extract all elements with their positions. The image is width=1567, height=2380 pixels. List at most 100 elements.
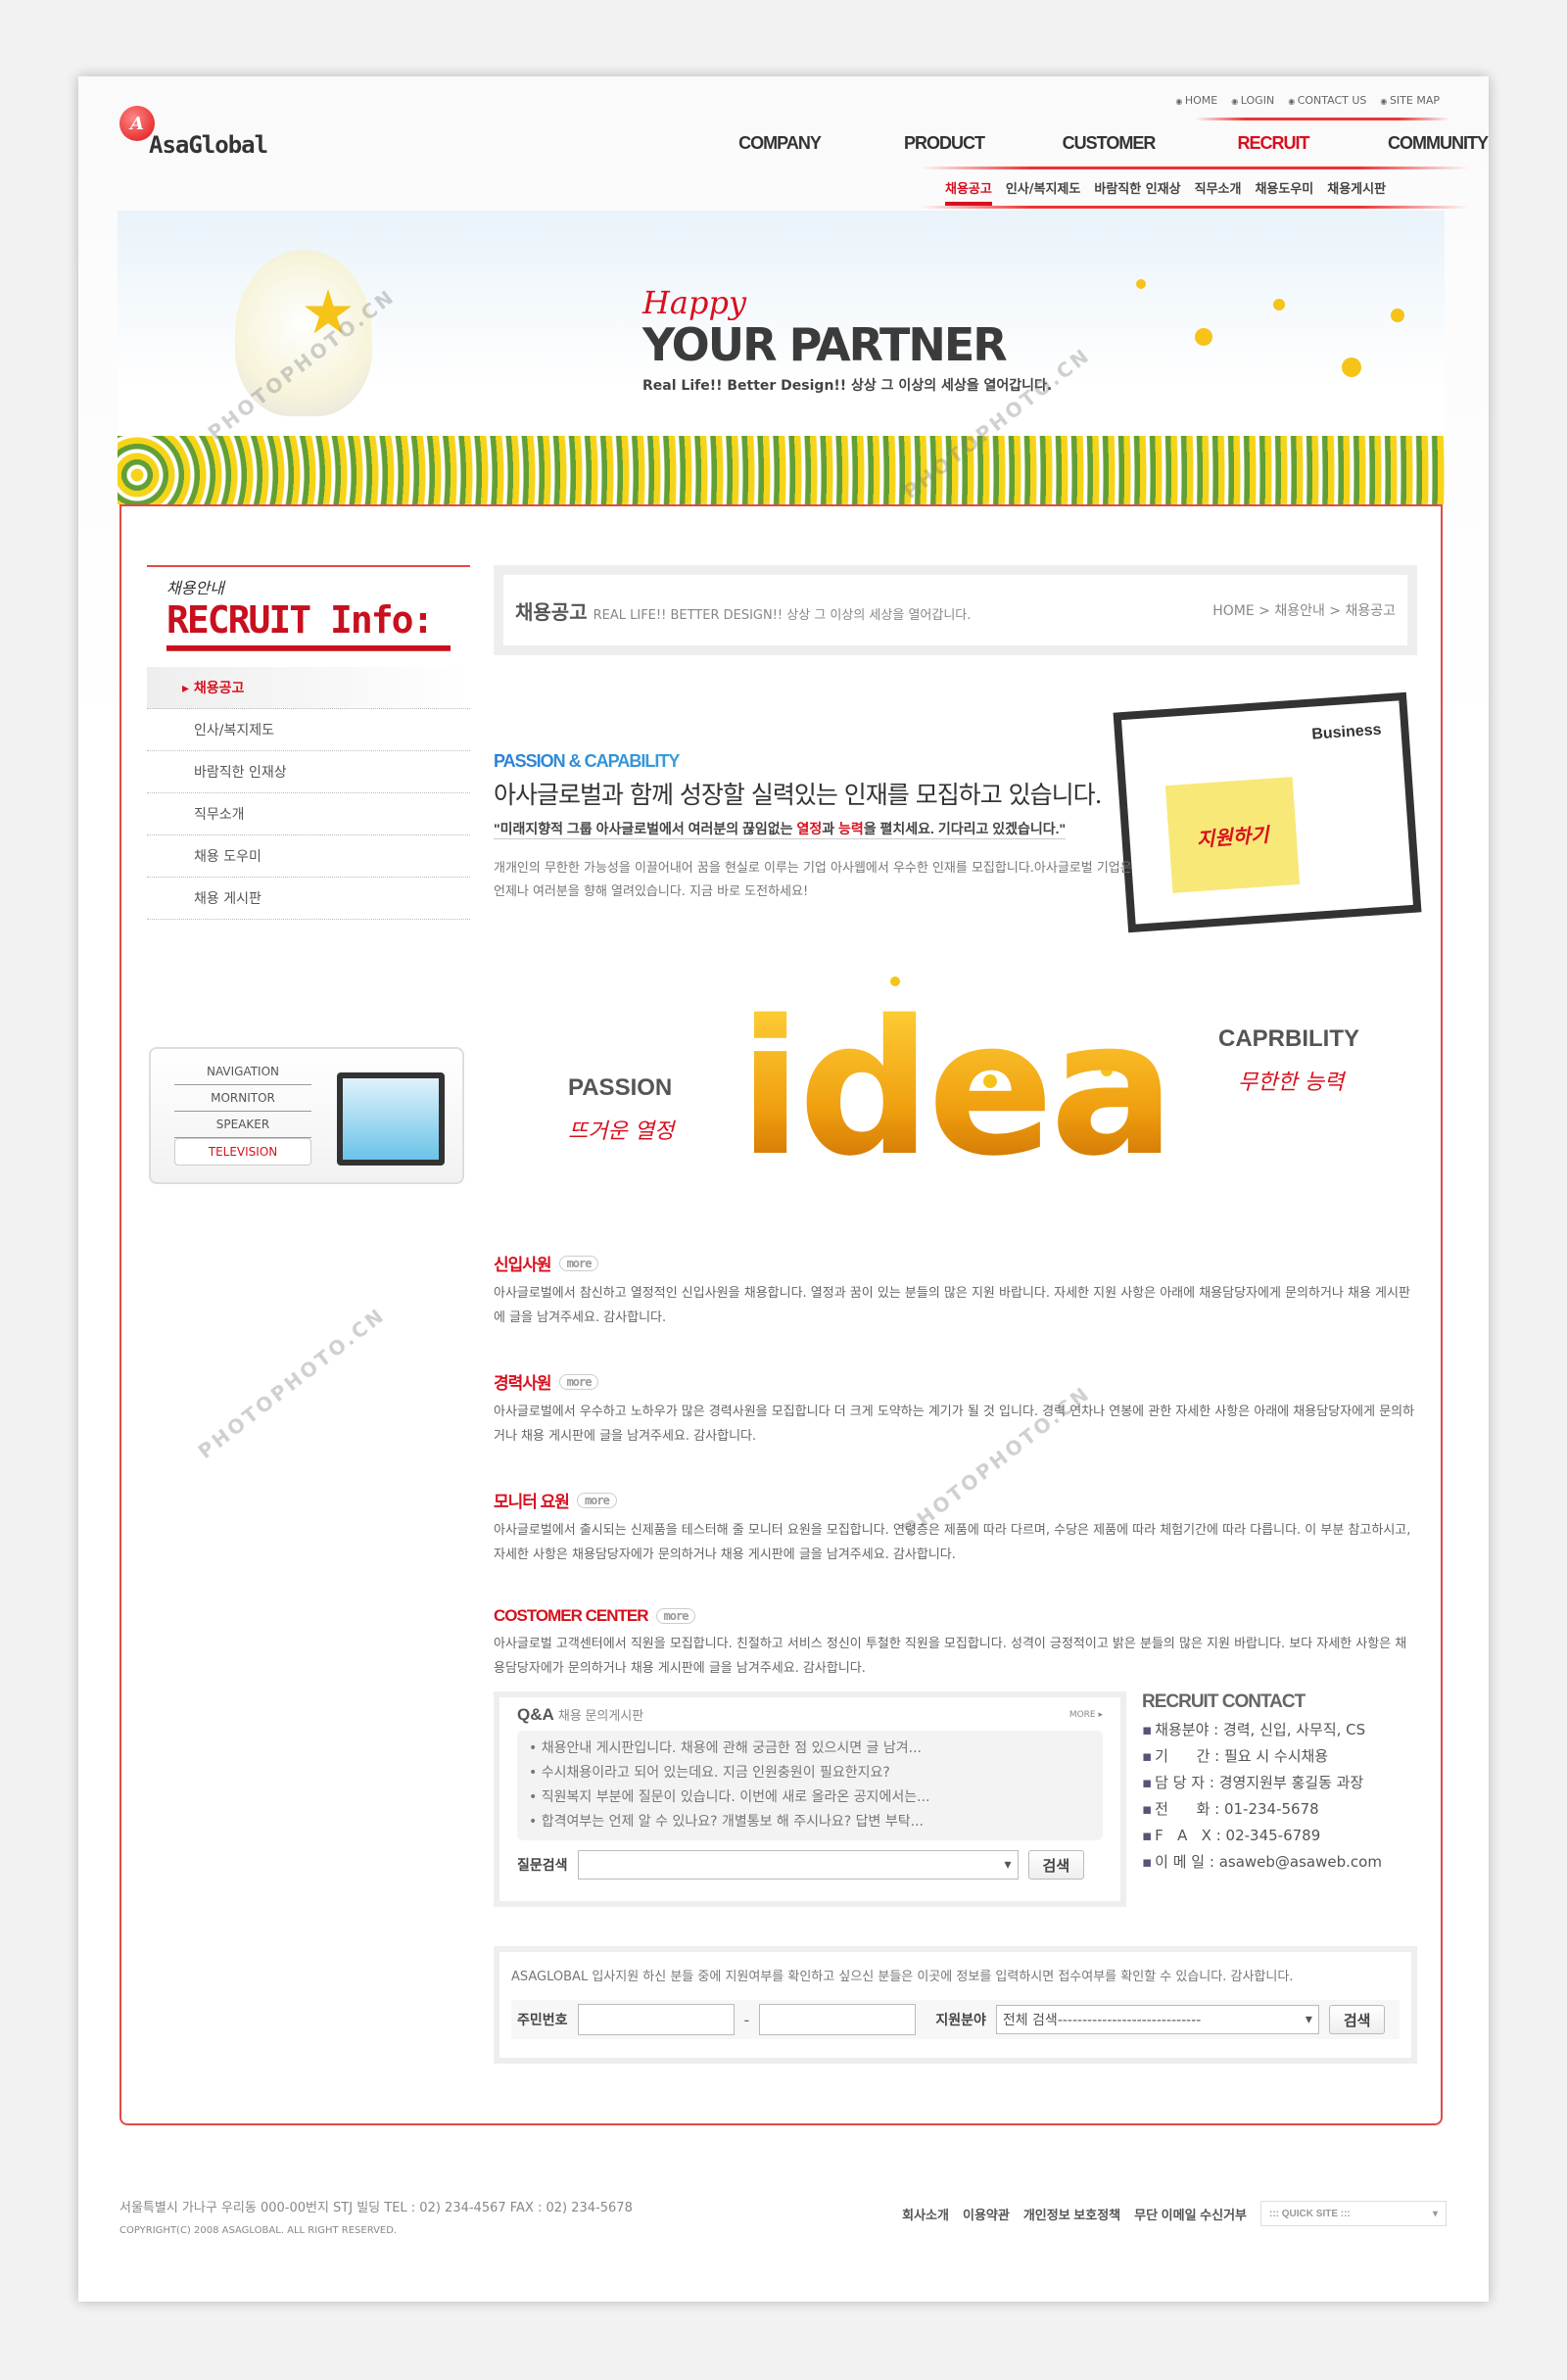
divider <box>166 645 451 651</box>
apply-note[interactable]: 지원하기 <box>1164 777 1301 893</box>
footer-copyright: COPYRIGHT(C) 2008 ASAGLOBAL. ALL RIGHT R… <box>119 2225 398 2236</box>
subnav-welfare[interactable]: 인사/복지제도 <box>1006 178 1081 206</box>
nav-company[interactable]: COMPANY <box>697 133 862 154</box>
intro-kicker: PASSION & CAPABILITY <box>494 751 1140 772</box>
passion-label: PASSION <box>568 1074 673 1101</box>
field-label: 지원분야 <box>935 2012 986 2027</box>
subnav-ideal-talent[interactable]: 바람직한 인재상 <box>1094 178 1180 206</box>
recruit-contact: RECRUIT CONTACT 채용분야 : 경력, 신입, 사무직, CS 기… <box>1142 1691 1426 1876</box>
subnav-job-posting[interactable]: 채용공고 <box>945 178 992 206</box>
contact-title: RECRUIT CONTACT <box>1142 1691 1306 1712</box>
contact-row[interactable]: 이 메 일 : asaweb@asaweb.com <box>1142 1849 1426 1876</box>
job-item: COSTOMER CENTER more 아사글로벌 고객센터에서 직원을 모집합니… <box>494 1606 1417 1681</box>
contact-row: 전 화 : 01-234-5678 <box>1142 1796 1426 1823</box>
idea-graphic: idea PASSION 뜨거운 열정 CAPRBILITY 무한한 능력 <box>494 957 1417 1231</box>
home-link[interactable]: HOME <box>1175 94 1217 107</box>
intro-section: PASSION & CAPABILITY 아사글로벌과 함께 성장할 실력있는 … <box>494 751 1140 904</box>
logo[interactable]: A AsaGlobal <box>119 106 268 159</box>
check-description: ASAGLOBAL 입사지원 하신 분들 중에 지원여부를 확인하고 싶으신 분… <box>511 1970 1294 1984</box>
navbox-navigation[interactable]: NAVIGATION <box>174 1059 311 1085</box>
job-title[interactable]: 경력사원 <box>494 1369 552 1394</box>
nav-product[interactable]: PRODUCT <box>862 133 1026 154</box>
more-button[interactable]: more <box>558 1373 599 1390</box>
job-description: 아사글로벌에서 참신하고 열정적인 신입사원을 채용합니다. 열정과 꿈이 있는… <box>494 1286 1410 1325</box>
subnav-helper[interactable]: 채용도우미 <box>1255 178 1313 206</box>
banner-happy: Happy <box>642 284 747 321</box>
qa-more-link[interactable]: MORE ▸ <box>1069 1710 1103 1720</box>
capability-korean: 무한한 능력 <box>1238 1071 1345 1095</box>
footer-link-company[interactable]: 회사소개 <box>902 2205 949 2223</box>
main-content: 채용공고 REAL LIFE!! BETTER DESIGN!! 상상 그 이상의… <box>494 565 1422 2064</box>
laptop-image <box>337 1072 445 1166</box>
passion-korean: 뜨거운 열정 <box>568 1119 675 1144</box>
board-label: Business <box>1310 721 1382 743</box>
divider <box>1195 118 1449 120</box>
contact-row: 채용분야 : 경력, 신입, 사무직, CS <box>1142 1717 1426 1743</box>
id-number-second-input[interactable] <box>759 2004 917 2035</box>
qa-item[interactable]: 합격여부는 언제 알 수 있나요? 개별통보 해 주시나요? 답변 부탁... <box>529 1810 1091 1834</box>
more-button[interactable]: more <box>655 1608 696 1624</box>
qa-search-label: 질문검색 <box>517 1857 568 1873</box>
nav-recruit[interactable]: RECRUIT <box>1191 133 1355 154</box>
check-search-button[interactable]: 검색 <box>1328 2005 1386 2034</box>
dropdown-arrow-icon: ▾ <box>1004 1857 1012 1873</box>
site-map-link[interactable]: SITE MAP <box>1380 94 1440 107</box>
intro-quote: "미래지향적 그룹 아사글로벌에서 여러분의 끊임없는 열정과 능력을 펼치세요… <box>494 819 1067 839</box>
sidebar-item-welfare[interactable]: 인사/복지제도 <box>147 709 470 751</box>
login-link[interactable]: LOGIN <box>1231 94 1274 107</box>
nav-community[interactable]: COMMUNITY <box>1355 133 1520 154</box>
contact-row: F A X : 02-345-6789 <box>1142 1823 1426 1849</box>
capability-label: CAPRBILITY <box>1218 1025 1359 1052</box>
contact-us-link[interactable]: CONTACT US <box>1288 94 1367 107</box>
navbox-monitor[interactable]: MORNITOR <box>174 1085 311 1112</box>
page-card: HOME LOGIN CONTACT US SITE MAP A AsaGlob… <box>78 76 1489 2302</box>
qa-title: Q&A 채용 문의게시판 <box>517 1705 644 1724</box>
business-board-image: Business 지원하기 <box>1113 691 1422 933</box>
sidebar-item-job-intro[interactable]: 직무소개 <box>147 793 470 835</box>
subnav-board[interactable]: 채용게시판 <box>1327 178 1386 206</box>
qa-item[interactable]: 채용안내 게시판입니다. 채용에 관해 궁금한 점 있으시면 글 남겨... <box>529 1737 1091 1761</box>
footer: 서울특별시 가나구 우리동 000-00번지 STJ 빌딩 TEL : 02) … <box>119 2197 1447 2236</box>
footer-link-privacy[interactable]: 개인정보 보호정책 <box>1023 2205 1120 2223</box>
contact-row: 담 당 자 : 경영지원부 홍길동 과장 <box>1142 1770 1426 1796</box>
dropdown-arrow-icon: ▾ <box>1305 2012 1312 2027</box>
job-title[interactable]: COSTOMER CENTER <box>494 1606 649 1626</box>
navbox-speaker[interactable]: SPEAKER <box>174 1112 311 1138</box>
sidebar-item-board[interactable]: 채용 게시판 <box>147 878 470 920</box>
more-button[interactable]: more <box>558 1255 599 1271</box>
qa-search-select[interactable]: ▾ <box>577 1850 1019 1880</box>
field-select[interactable]: 전체 검색----------------------------- ▾ <box>995 2005 1319 2034</box>
more-button[interactable]: more <box>576 1492 617 1508</box>
job-title[interactable]: 모니터 요원 <box>494 1488 570 1512</box>
qa-item[interactable]: 직원복지 부분에 질문이 있습니다. 이번에 새로 올라온 공지에서는... <box>529 1785 1091 1810</box>
quick-site-select[interactable]: ::: QUICK SITE ::: ▾ <box>1260 2201 1447 2226</box>
nav-customer[interactable]: CUSTOMER <box>1026 133 1191 154</box>
sub-nav: 채용공고 인사/복지제도 바람직한 인재상 직무소개 채용도우미 채용게시판 <box>945 178 1386 206</box>
intro-headline: 아사글로벌과 함께 성장할 실력있는 인재를 모집하고 있습니다. <box>494 781 1103 809</box>
footer-link-no-email[interactable]: 무단 이메일 수신거부 <box>1134 2205 1247 2223</box>
qa-search-button[interactable]: 검색 <box>1027 1850 1085 1880</box>
job-title[interactable]: 신입사원 <box>494 1251 552 1275</box>
divider <box>921 167 1469 169</box>
footer-link-terms[interactable]: 이용약관 <box>963 2205 1010 2223</box>
navbox-television[interactable]: TELEVISION <box>174 1138 311 1166</box>
breadcrumb: HOME > 채용안내 > 채용공고 <box>1212 603 1396 619</box>
qa-item[interactable]: 수시채용이라고 되어 있는데요. 지금 인원충원이 필요한지요? <box>529 1761 1091 1785</box>
subnav-job-intro[interactable]: 직무소개 <box>1195 178 1242 206</box>
dash: - <box>743 2010 750 2029</box>
sidebar-menu: 채용공고 인사/복지제도 바람직한 인재상 직무소개 채용 도우미 채용 게시판 <box>147 667 470 920</box>
page-title: 채용공고 <box>515 601 588 624</box>
dropdown-arrow-icon: ▾ <box>1432 2208 1438 2219</box>
banner-tagline: Real Life!! Better Design!! 상상 그 이상의 세상을… <box>642 378 1053 394</box>
sidebar-item-job-posting[interactable]: 채용공고 <box>147 667 470 709</box>
intro-description: 개개인의 무한한 가능성을 이끌어내어 꿈을 현실로 이루는 기업 아사웹에서 … <box>494 861 1132 899</box>
sidebar-title: RECRUIT Info: <box>166 598 434 642</box>
banner-title: YOUR PARTNER <box>642 318 1008 371</box>
contact-row: 기 간 : 필요 시 수시채용 <box>1142 1743 1426 1770</box>
sidebar-item-ideal-talent[interactable]: 바람직한 인재상 <box>147 751 470 793</box>
sidebar-item-helper[interactable]: 채용 도우미 <box>147 835 470 878</box>
main-nav: COMPANY PRODUCT CUSTOMER RECRUIT COMMUNI… <box>697 133 1520 154</box>
sidebar: 채용안내 RECRUIT Info: 채용공고 인사/복지제도 바람직한 인재상… <box>147 565 470 920</box>
id-number-first-input[interactable] <box>577 2004 735 2035</box>
job-item: 경력사원 more 아사글로벌에서 우수하고 노하우가 많은 경력사원을 모집합니다… <box>494 1369 1417 1449</box>
